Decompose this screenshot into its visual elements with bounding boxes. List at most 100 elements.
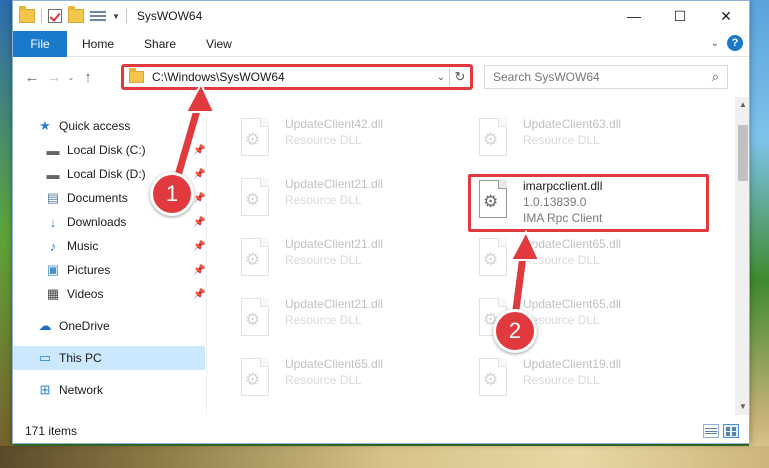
close-button[interactable]: ✕ (703, 1, 749, 31)
download-arrow-icon: ↓ (49, 214, 57, 230)
file-name: UpdateClient21.dll (285, 177, 384, 191)
scroll-down-arrow-icon[interactable]: ▼ (735, 399, 749, 415)
pin-icon[interactable]: 📌 (193, 289, 205, 300)
details-view-icon[interactable] (703, 424, 719, 438)
dll-file-icon: ⚙ (475, 238, 511, 280)
network-icon: ⊞ (39, 382, 51, 397)
search-input[interactable]: Search SysWOW64 ⌕ (484, 65, 728, 89)
desktop-background-bottom (0, 446, 769, 468)
quick-access-toolbar: ▼ (13, 6, 127, 23)
file-explorer-window: ▼ SysWOW64 — ☐ ✕ File Home Share View ⌄ … (12, 0, 750, 444)
file-name: UpdateClient63.dll (523, 117, 622, 131)
file-description: Resource DLL (523, 373, 600, 387)
music-note-icon: ♪ (49, 238, 57, 254)
highlight-box-target-file (468, 174, 709, 232)
file-description: Resource DLL (285, 373, 362, 387)
sidebar-item-network[interactable]: ⊞ Network (13, 378, 207, 402)
step-badge-2: 2 (493, 309, 537, 353)
status-bar: 171 items (13, 417, 749, 443)
tab-file[interactable]: File (13, 30, 67, 57)
cloud-icon: ☁ (38, 318, 52, 333)
step-badge-1: 1 (150, 172, 194, 216)
tab-view[interactable]: View (191, 31, 247, 57)
toolbar-separator (41, 9, 42, 23)
sidebar-item-music[interactable]: ♪ Music 📌 (13, 234, 207, 258)
dll-file-icon: ⚙ (237, 298, 273, 340)
sidebar-item-quick-access[interactable]: ★ Quick access (13, 114, 207, 138)
pin-icon[interactable]: 📌 (193, 265, 205, 276)
scrollbar-thumb[interactable] (738, 125, 748, 181)
desktop-background-right (749, 0, 769, 468)
vertical-scrollbar[interactable]: ▲ ▼ (735, 97, 749, 415)
search-icon[interactable]: ⌕ (712, 69, 719, 85)
file-tile[interactable]: ⚙ UpdateClient21.dll Resource DLL (237, 293, 467, 345)
star-icon: ★ (39, 118, 51, 133)
expand-ribbon-chevron-icon[interactable]: ⌄ (711, 38, 719, 49)
file-name: UpdateClient21.dll (285, 237, 384, 251)
back-arrow-icon[interactable]: ← (21, 69, 43, 86)
tiles-view-icon[interactable] (723, 424, 739, 438)
documents-icon: ▤ (46, 190, 60, 205)
up-arrow-icon[interactable]: ↑ (77, 69, 99, 86)
file-tile[interactable]: ⚙ UpdateClient21.dll Resource DLL (237, 233, 467, 285)
dll-file-icon: ⚙ (475, 358, 511, 400)
sidebar-item-this-pc[interactable]: ▭ This PC (13, 346, 205, 370)
pin-icon[interactable]: 📌 (193, 145, 205, 156)
search-placeholder: Search SysWOW64 (493, 70, 600, 84)
maximize-button[interactable]: ☐ (657, 1, 703, 31)
file-description: Resource DLL (523, 133, 600, 147)
sidebar-item-label: Network (59, 383, 104, 397)
drive-icon: ▬ (46, 166, 60, 182)
file-tile[interactable]: ⚙ UpdateClient65.dll Resource DLL (237, 353, 467, 405)
new-folder-icon[interactable] (68, 6, 84, 23)
address-path[interactable]: C:\Windows\SysWOW64 (152, 70, 285, 84)
sidebar-item-label: Downloads (67, 215, 127, 229)
file-tile[interactable]: ⚙ UpdateClient65.dll Resource DLL (475, 233, 705, 285)
help-icon[interactable]: ? (727, 35, 743, 51)
file-tile[interactable]: ⚙ UpdateClient21.dll Resource DLL (237, 173, 467, 225)
dll-file-icon: ⚙ (237, 238, 273, 280)
file-name: UpdateClient42.dll (285, 117, 384, 131)
sidebar-item-label: Local Disk (D:) (67, 167, 146, 181)
sidebar-item-label: Music (67, 239, 99, 253)
navigation-bar: ← → ⌄ ↑ C:\Windows\SysWOW64 ⌄ ↻ Search S… (13, 57, 749, 97)
pin-icon[interactable]: 📌 (193, 217, 205, 228)
tab-share[interactable]: Share (129, 31, 191, 57)
sidebar-item-label: Documents (67, 191, 128, 205)
pin-icon[interactable]: 📌 (193, 193, 205, 204)
refresh-icon[interactable]: ↻ (450, 69, 470, 85)
address-bar[interactable]: C:\Windows\SysWOW64 ⌄ ↻ (121, 64, 473, 90)
sidebar-item-local-disk-c[interactable]: ▬ Local Disk (C:) 📌 (13, 138, 207, 162)
monitor-icon: ▭ (38, 350, 52, 365)
film-icon: ▦ (46, 286, 60, 301)
file-description: Resource DLL (285, 253, 362, 267)
pin-icon[interactable]: 📌 (193, 169, 205, 180)
chevron-down-icon[interactable]: ▼ (112, 12, 120, 21)
pictures-icon: ▣ (46, 262, 60, 277)
minimize-button[interactable]: — (611, 1, 657, 31)
tab-home[interactable]: Home (67, 31, 129, 57)
navigation-pane: ★ Quick access ▬ Local Disk (C:) 📌 ▬ Loc… (13, 97, 207, 415)
sidebar-item-onedrive[interactable]: ☁ OneDrive (13, 314, 207, 338)
customize-toolbar-icon[interactable] (90, 9, 106, 23)
sidebar-item-label: OneDrive (59, 319, 110, 333)
file-description: Resource DLL (285, 133, 362, 147)
recent-locations-chevron-icon[interactable]: ⌄ (65, 73, 77, 82)
file-description: Resource DLL (523, 253, 600, 267)
properties-check-icon[interactable] (48, 9, 62, 23)
file-name: UpdateClient21.dll (285, 297, 384, 311)
address-history-chevron-icon[interactable]: ⌄ (437, 72, 449, 83)
file-tile[interactable]: ⚙ UpdateClient42.dll Resource DLL (237, 113, 467, 165)
pin-icon[interactable]: 📌 (193, 241, 205, 252)
file-list: ⚙ UpdateClient42.dll Resource DLL ⚙ Updat… (209, 97, 733, 415)
file-description: Resource DLL (523, 313, 600, 327)
sidebar-item-pictures[interactable]: ▣ Pictures 📌 (13, 258, 207, 282)
sidebar-item-videos[interactable]: ▦ Videos 📌 (13, 282, 207, 306)
file-tile[interactable]: ⚙ UpdateClient63.dll Resource DLL (475, 113, 705, 165)
forward-arrow-icon[interactable]: → (43, 69, 65, 86)
scroll-up-arrow-icon[interactable]: ▲ (735, 97, 749, 113)
explorer-content: ★ Quick access ▬ Local Disk (C:) 📌 ▬ Loc… (13, 97, 749, 415)
file-tile[interactable]: ⚙ UpdateClient19.dll Resource DLL (475, 353, 705, 405)
file-name: UpdateClient65.dll (523, 237, 622, 251)
folder-icon (129, 68, 144, 83)
